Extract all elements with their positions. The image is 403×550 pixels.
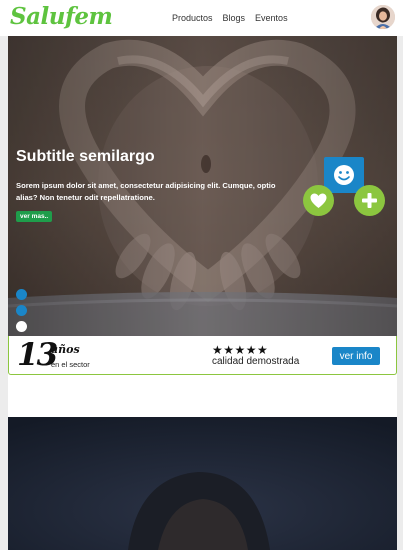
see-more-button[interactable]: ver mas.. [16,211,53,222]
years-subtitle: en el sector [51,360,90,369]
main-nav: Productos Blogs Eventos [172,13,288,23]
slider-dot-2[interactable] [16,305,27,316]
quality-label: calidad demostrada [212,356,300,367]
nav-item-eventos[interactable]: Eventos [255,13,288,23]
see-info-button[interactable]: ver info [332,347,380,365]
rating-stars: ★★★★★ [212,343,269,357]
stats-bar: 13 años en el sector ★★★★★ calidad demos… [8,336,397,375]
right-scroll-gutter[interactable] [397,36,403,550]
left-gutter [0,36,8,550]
hero-slider: Subtitle semilargo Sorem ipsum dolor sit… [8,36,397,336]
section-image [8,417,397,550]
page: Salufem Productos Blogs Eventos Subtitle… [0,0,403,550]
header: Salufem Productos Blogs Eventos [0,0,403,36]
hero-description: Sorem ipsum dolor sit amet, consectetur … [16,181,276,202]
portrait-image [8,417,397,550]
nav-item-productos[interactable]: Productos [172,13,213,23]
plus-icon [362,193,377,208]
nav-item-blogs[interactable]: Blogs [223,13,246,23]
add-button[interactable] [354,185,385,216]
hero-title: Subtitle semilargo [16,148,155,165]
logo[interactable]: Salufem [10,3,113,30]
heart-icon [310,193,327,208]
avatar[interactable] [371,5,395,29]
slider-dot-3[interactable] [16,321,27,332]
favorite-button[interactable] [303,185,334,216]
avatar-image [371,5,395,29]
slider-dot-1[interactable] [16,289,27,300]
years-word: años [51,343,80,356]
